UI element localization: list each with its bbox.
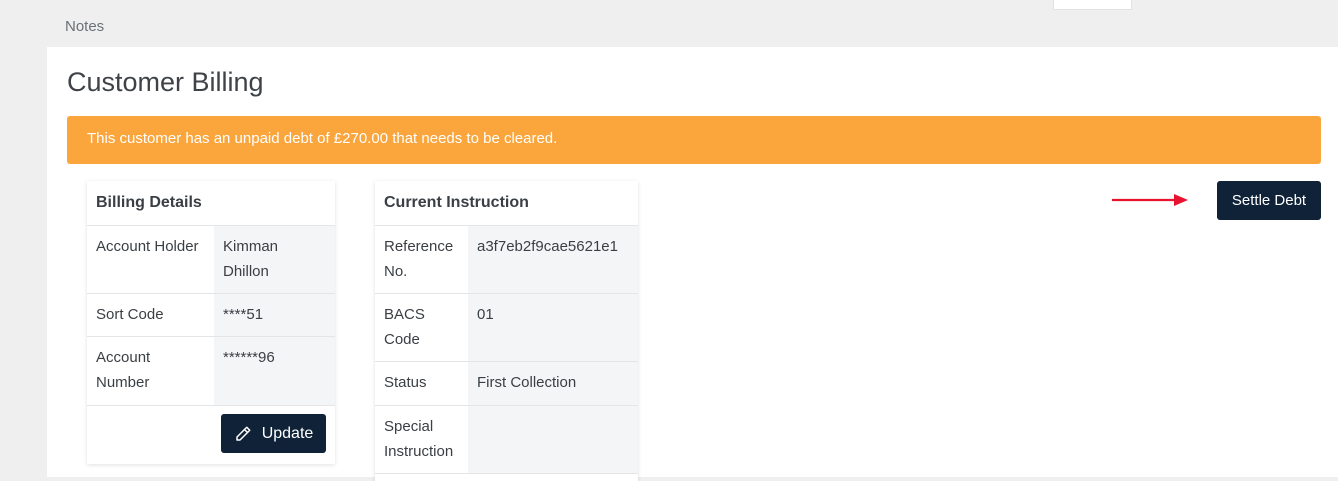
billing-row-sort-code: Sort Code ****51 <box>87 294 335 337</box>
billing-value: ****51 <box>214 294 335 336</box>
billing-row-account-number: Account Number ******96 <box>87 337 335 406</box>
debt-alert-banner: This customer has an unpaid debt of £270… <box>67 116 1321 164</box>
instruction-label: Status <box>384 374 427 391</box>
current-instruction-card: Current Instruction Reference No. a3f7eb… <box>375 181 638 481</box>
instruction-value: First Collection <box>468 362 638 405</box>
instruction-label: BACS Code <box>384 306 425 348</box>
billing-label: Account Holder <box>96 238 199 255</box>
current-instruction-title: Current Instruction <box>375 181 638 226</box>
red-arrow-right-icon <box>1112 194 1188 206</box>
left-gutter <box>0 0 47 477</box>
instruction-row-special: Special Instruction <box>375 406 638 474</box>
billing-value: Kimman Dhillon <box>214 226 335 293</box>
customer-billing-panel: Customer Billing This customer has an un… <box>47 47 1338 481</box>
billing-label: Account Number <box>96 349 151 391</box>
update-button-label: Update <box>261 424 314 442</box>
pencil-icon <box>235 426 251 441</box>
settle-debt-button[interactable]: Settle Debt <box>1217 181 1321 220</box>
instruction-row-bacs-code: BACS Code 01 <box>375 294 638 362</box>
billing-card-footer: Update <box>87 406 335 453</box>
billing-details-title: Billing Details <box>87 181 335 226</box>
billing-value: ******96 <box>214 337 335 405</box>
instruction-value: 01 <box>468 294 638 361</box>
instruction-value: a3f7eb2f9cae5621e1 <box>468 226 638 293</box>
instruction-value <box>468 406 638 473</box>
billing-label: Sort Code <box>96 306 164 323</box>
instruction-label: Reference No. <box>384 238 454 280</box>
instruction-row-status: Status First Collection <box>375 362 638 406</box>
update-button[interactable]: Update <box>221 414 326 453</box>
top-tab-edge <box>1053 0 1132 10</box>
instruction-label: Special Instruction <box>384 418 454 460</box>
billing-details-card: Billing Details Account Holder Kimman Dh… <box>87 181 335 464</box>
notes-tab-label[interactable]: Notes <box>65 18 104 35</box>
instruction-row-reference: Reference No. a3f7eb2f9cae5621e1 <box>375 226 638 294</box>
billing-row-account-holder: Account Holder Kimman Dhillon <box>87 226 335 294</box>
page-title: Customer Billing <box>67 67 264 97</box>
